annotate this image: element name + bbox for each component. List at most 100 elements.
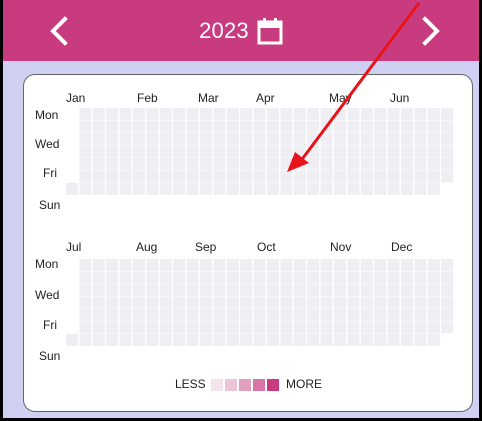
heatmap-cell[interactable] bbox=[133, 108, 145, 120]
heatmap-cell[interactable] bbox=[106, 283, 119, 296]
heatmap-cell[interactable] bbox=[280, 120, 293, 133]
heatmap-cell[interactable] bbox=[320, 259, 333, 271]
heatmap-cell[interactable] bbox=[360, 333, 373, 346]
heatmap-cell[interactable] bbox=[334, 333, 346, 346]
heatmap-cell[interactable] bbox=[106, 296, 119, 309]
heatmap-cell[interactable] bbox=[280, 296, 293, 309]
heatmap-cell[interactable] bbox=[293, 182, 306, 195]
heatmap-cell[interactable] bbox=[387, 145, 400, 158]
heatmap-cell[interactable] bbox=[106, 321, 119, 334]
heatmap-cell[interactable] bbox=[159, 120, 172, 133]
heatmap-cell[interactable] bbox=[79, 321, 92, 334]
heatmap-cell[interactable] bbox=[293, 157, 306, 170]
heatmap-cell[interactable] bbox=[347, 271, 360, 284]
heatmap-cell[interactable] bbox=[441, 321, 454, 334]
heatmap-cell[interactable] bbox=[213, 157, 226, 170]
heatmap-cell[interactable] bbox=[307, 108, 320, 120]
heatmap-cell[interactable] bbox=[387, 271, 400, 284]
heatmap-cell[interactable] bbox=[173, 157, 186, 170]
heatmap-cell[interactable] bbox=[253, 182, 266, 195]
heatmap-cell[interactable] bbox=[186, 259, 199, 271]
heatmap-cell[interactable] bbox=[146, 259, 159, 271]
heatmap-cell[interactable] bbox=[347, 296, 360, 309]
heatmap-cell[interactable] bbox=[106, 120, 119, 133]
heatmap-cell[interactable] bbox=[226, 259, 239, 271]
heatmap-cell[interactable] bbox=[253, 308, 266, 321]
heatmap-cell[interactable] bbox=[320, 145, 333, 158]
heatmap-cell[interactable] bbox=[360, 108, 373, 120]
heatmap-cell[interactable] bbox=[133, 333, 145, 346]
heatmap-cell[interactable] bbox=[159, 333, 172, 346]
heatmap-cell[interactable] bbox=[374, 283, 387, 296]
heatmap-cell[interactable] bbox=[240, 157, 253, 170]
heatmap-cell[interactable] bbox=[79, 170, 92, 183]
heatmap-cell[interactable] bbox=[387, 120, 400, 133]
heatmap-cell[interactable] bbox=[226, 132, 239, 145]
heatmap-cell[interactable] bbox=[186, 308, 199, 321]
heatmap-cell[interactable] bbox=[293, 271, 306, 284]
heatmap-cell[interactable] bbox=[360, 120, 373, 133]
heatmap-cell[interactable] bbox=[146, 170, 159, 183]
heatmap-cell[interactable] bbox=[146, 108, 159, 120]
heatmap-cell[interactable] bbox=[119, 170, 132, 183]
heatmap-cell[interactable] bbox=[320, 308, 333, 321]
heatmap-cell[interactable] bbox=[401, 132, 413, 145]
heatmap-cell[interactable] bbox=[427, 182, 440, 195]
heatmap-cell[interactable] bbox=[401, 259, 413, 271]
heatmap-cell[interactable] bbox=[347, 308, 360, 321]
heatmap-cell[interactable] bbox=[226, 108, 239, 120]
heatmap-cell[interactable] bbox=[79, 145, 92, 158]
heatmap-cell[interactable] bbox=[253, 321, 266, 334]
heatmap-cell[interactable] bbox=[119, 120, 132, 133]
heatmap-cell[interactable] bbox=[360, 170, 373, 183]
heatmap-cell[interactable] bbox=[213, 283, 226, 296]
heatmap-cell[interactable] bbox=[360, 321, 373, 334]
heatmap-cell[interactable] bbox=[280, 145, 293, 158]
heatmap-cell[interactable] bbox=[173, 145, 186, 158]
heatmap-cell[interactable] bbox=[334, 132, 346, 145]
heatmap-cell[interactable] bbox=[307, 271, 320, 284]
heatmap-cell[interactable] bbox=[159, 271, 172, 284]
heatmap-cell[interactable] bbox=[106, 182, 119, 195]
heatmap-cell[interactable] bbox=[240, 308, 253, 321]
heatmap-cell[interactable] bbox=[240, 132, 253, 145]
heatmap-cell[interactable] bbox=[334, 271, 346, 284]
heatmap-cell[interactable] bbox=[293, 145, 306, 158]
heatmap-cell[interactable] bbox=[293, 296, 306, 309]
heatmap-cell[interactable] bbox=[146, 333, 159, 346]
heatmap-cell[interactable] bbox=[200, 296, 212, 309]
heatmap-cell[interactable] bbox=[427, 308, 440, 321]
heatmap-cell[interactable] bbox=[173, 296, 186, 309]
heatmap-cell[interactable] bbox=[320, 296, 333, 309]
heatmap-cell[interactable] bbox=[427, 283, 440, 296]
heatmap-cell[interactable] bbox=[267, 333, 279, 346]
heatmap-cell[interactable] bbox=[159, 145, 172, 158]
heatmap-cell[interactable] bbox=[213, 182, 226, 195]
heatmap-cell[interactable] bbox=[200, 308, 212, 321]
heatmap-cell[interactable] bbox=[441, 259, 454, 271]
heatmap-cell[interactable] bbox=[66, 333, 78, 346]
heatmap-cell[interactable] bbox=[173, 333, 186, 346]
heatmap-cell[interactable] bbox=[146, 145, 159, 158]
heatmap-cell[interactable] bbox=[334, 321, 346, 334]
heatmap-cell[interactable] bbox=[106, 132, 119, 145]
heatmap-cell[interactable] bbox=[414, 308, 427, 321]
heatmap-cell[interactable] bbox=[387, 157, 400, 170]
heatmap-cell[interactable] bbox=[334, 120, 346, 133]
heatmap-cell[interactable] bbox=[360, 145, 373, 158]
heatmap-cell[interactable] bbox=[374, 108, 387, 120]
heatmap-cell[interactable] bbox=[240, 182, 253, 195]
heatmap-cell[interactable] bbox=[186, 296, 199, 309]
heatmap-cell[interactable] bbox=[119, 321, 132, 334]
heatmap-cell[interactable] bbox=[347, 321, 360, 334]
heatmap-cell[interactable] bbox=[427, 271, 440, 284]
heatmap-cell[interactable] bbox=[119, 259, 132, 271]
heatmap-cell[interactable] bbox=[226, 283, 239, 296]
heatmap-cell[interactable] bbox=[79, 333, 92, 346]
heatmap-cell[interactable] bbox=[119, 145, 132, 158]
heatmap-cell[interactable] bbox=[267, 308, 279, 321]
heatmap-cell[interactable] bbox=[240, 296, 253, 309]
heatmap-cell[interactable] bbox=[307, 321, 320, 334]
heatmap-cell[interactable] bbox=[293, 120, 306, 133]
heatmap-cell[interactable] bbox=[200, 333, 212, 346]
